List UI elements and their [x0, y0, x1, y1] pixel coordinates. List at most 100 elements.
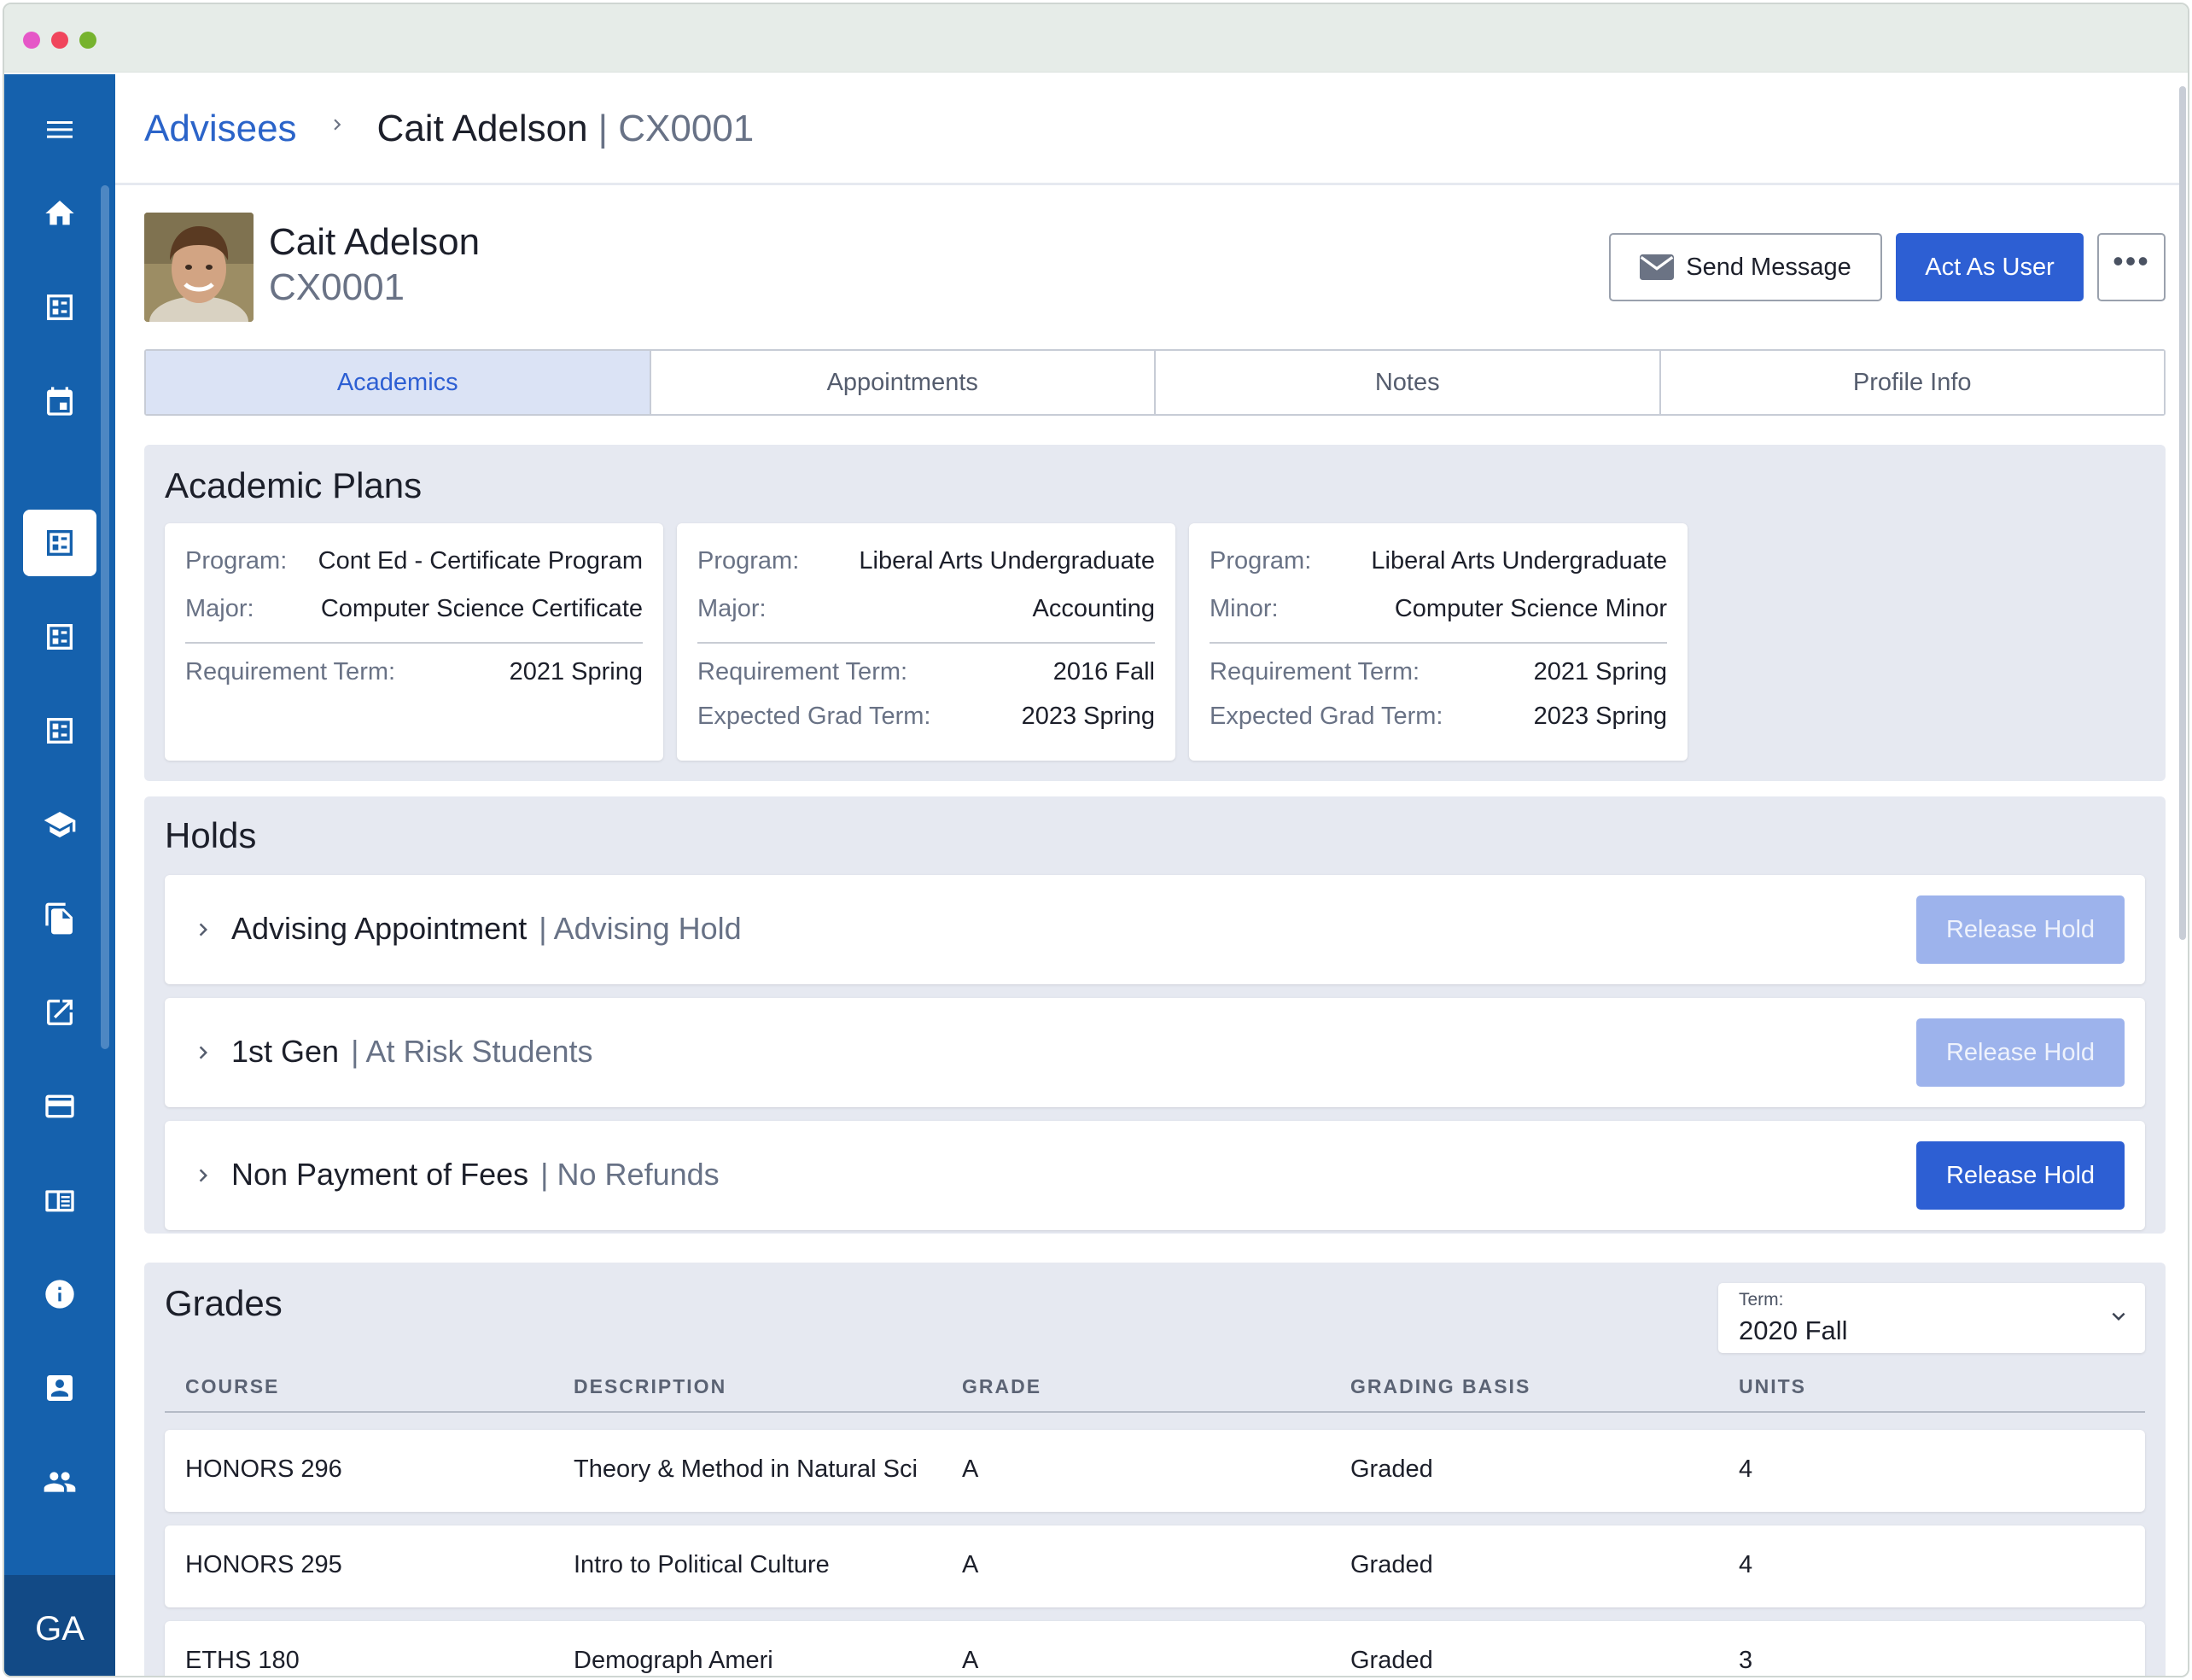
plan-label: Requirement Term:: [185, 658, 396, 685]
main-scrollbar[interactable]: [2179, 86, 2186, 940]
column-header-grade[interactable]: GRADE: [962, 1375, 1041, 1398]
holds-panel: Holds Advising Appointment | Advising Hol…: [144, 796, 2166, 1234]
release-hold-button[interactable]: Release Hold: [1916, 895, 2125, 964]
plan-label: Major:: [697, 595, 767, 622]
more-options-button[interactable]: •••: [2097, 233, 2166, 301]
plan-divider: [185, 642, 643, 644]
home-icon[interactable]: [23, 180, 96, 247]
breadcrumb: Advisees Cait Adelson | CX0001: [115, 74, 2181, 185]
plan-label: Expected Grad Term:: [697, 703, 931, 730]
breadcrumb-current-name: Cait Adelson: [376, 107, 588, 149]
holds-title: Holds: [165, 815, 257, 855]
plan-label: Requirement Term:: [697, 658, 908, 685]
plan-value: Computer Science Minor: [1394, 595, 1667, 622]
cell-units: 4: [1739, 1455, 1753, 1483]
chevron-right-icon[interactable]: [190, 1035, 216, 1070]
list-icon[interactable]: [23, 697, 96, 764]
grades-title: Grades: [165, 1283, 283, 1323]
term-select[interactable]: Term: 2020 Fall: [1718, 1283, 2145, 1353]
hold-row[interactable]: 1st Gen | At Risk Students Release Hold: [165, 998, 2145, 1107]
tab-notes[interactable]: Notes: [1156, 351, 1661, 414]
tab-academics[interactable]: Academics: [146, 351, 651, 414]
cell-course: ETHS 180: [185, 1647, 300, 1674]
cell-grade: A: [962, 1551, 979, 1578]
column-header-course[interactable]: COURSE: [185, 1375, 279, 1398]
cell-grading-basis: Graded: [1350, 1455, 1433, 1483]
hold-row[interactable]: Non Payment of Fees | No Refunds Release …: [165, 1121, 2145, 1230]
list-icon[interactable]: [23, 604, 96, 670]
plan-value: 2023 Spring: [1021, 703, 1155, 730]
documents-icon[interactable]: [23, 885, 96, 952]
student-name: Cait Adelson: [269, 221, 481, 263]
app-window: GA Advisees Cait Adelson | CX0001 Cait A…: [3, 3, 2189, 1677]
act-as-user-button[interactable]: Act As User: [1896, 233, 2084, 301]
menu-icon[interactable]: [23, 96, 96, 163]
chevron-right-icon[interactable]: [190, 913, 216, 947]
column-header-units[interactable]: UNITS: [1739, 1375, 1806, 1398]
graduation-cap-icon[interactable]: [23, 791, 96, 858]
tab-profile-info[interactable]: Profile Info: [1660, 351, 2164, 414]
breadcrumb-current-id: | CX0001: [598, 107, 755, 149]
academic-plan-card: Program: Liberal Arts Undergraduate Major…: [677, 523, 1175, 761]
cell-course: HONORS 296: [185, 1455, 342, 1483]
main-content: Advisees Cait Adelson | CX0001 Cait Adel…: [115, 74, 2188, 1676]
advisees-icon[interactable]: [23, 510, 96, 576]
info-icon[interactable]: [23, 1261, 96, 1327]
plan-label: Program:: [1210, 547, 1312, 575]
student-id: CX0001: [269, 266, 405, 308]
academic-plan-card: Program: Cont Ed - Certificate Program Ma…: [165, 523, 663, 761]
plan-value: 2021 Spring: [1533, 658, 1667, 685]
send-message-button[interactable]: Send Message: [1609, 233, 1882, 301]
cell-units: 4: [1739, 1551, 1753, 1578]
plan-value: Liberal Arts Undergraduate: [1371, 547, 1667, 575]
mail-icon: [1640, 254, 1675, 280]
academic-plan-card: Program: Liberal Arts Undergraduate Minor…: [1189, 523, 1688, 761]
title-bar: [4, 4, 2188, 73]
release-hold-button[interactable]: Release Hold: [1916, 1018, 2125, 1087]
table-row[interactable]: HONORS 296 Theory & Method in Natural Sc…: [165, 1430, 2145, 1512]
academic-plans-title: Academic Plans: [165, 465, 423, 505]
external-link-icon[interactable]: [23, 979, 96, 1046]
send-message-label: Send Message: [1686, 253, 1851, 281]
calendar-icon[interactable]: [23, 368, 96, 435]
hold-title: Advising Appointment: [231, 911, 528, 946]
credit-card-icon[interactable]: [23, 1073, 96, 1140]
cell-description: Theory & Method in Natural Sci: [574, 1455, 918, 1483]
table-row[interactable]: HONORS 295 Intro to Political Culture A …: [165, 1525, 2145, 1607]
plan-value: Accounting: [1032, 595, 1156, 622]
window-close-dot[interactable]: [23, 32, 40, 49]
cell-grade: A: [962, 1647, 979, 1674]
tab-appointments[interactable]: Appointments: [650, 351, 1156, 414]
plan-value: Computer Science Certificate: [320, 595, 643, 622]
plan-divider: [697, 642, 1155, 644]
contact-card-icon[interactable]: [23, 1355, 96, 1421]
chevron-down-icon: [2106, 1304, 2131, 1329]
sidebar: GA: [4, 74, 115, 1676]
release-hold-button[interactable]: Release Hold: [1916, 1141, 2125, 1210]
sidebar-scrollbar[interactable]: [101, 185, 109, 1049]
plan-value: 2016 Fall: [1052, 658, 1155, 685]
chevron-right-icon[interactable]: [190, 1158, 216, 1193]
column-header-description[interactable]: DESCRIPTION: [574, 1375, 726, 1398]
cell-description: Demograph Ameri: [574, 1647, 773, 1674]
table-row[interactable]: ETHS 180 Demograph Ameri A Graded 3: [165, 1621, 2145, 1676]
hold-title: Non Payment of Fees: [231, 1157, 529, 1192]
hold-type: | Advising Hold: [539, 911, 742, 946]
hold-row[interactable]: Advising Appointment | Advising Hold Rele…: [165, 875, 2145, 984]
dashboard-icon[interactable]: [23, 274, 96, 341]
grades-table-header: COURSE DESCRIPTION GRADE GRADING BASIS U…: [165, 1370, 2145, 1413]
cell-units: 3: [1739, 1647, 1753, 1674]
column-header-grading-basis[interactable]: GRADING BASIS: [1350, 1375, 1530, 1398]
cell-grading-basis: Graded: [1350, 1647, 1433, 1674]
people-icon[interactable]: [23, 1449, 96, 1515]
user-avatar[interactable]: GA: [23, 1592, 96, 1665]
plan-value: Liberal Arts Undergraduate: [859, 547, 1155, 575]
plan-label: Requirement Term:: [1210, 658, 1420, 685]
hold-type: | At Risk Students: [351, 1034, 593, 1069]
term-select-value: 2020 Fall: [1739, 1315, 1848, 1345]
catalog-icon[interactable]: [23, 1167, 96, 1234]
breadcrumb-advisees-link[interactable]: Advisees: [144, 108, 297, 150]
window-minimize-dot[interactable]: [51, 32, 68, 49]
window-maximize-dot[interactable]: [79, 32, 96, 49]
chevron-right-icon: [326, 109, 348, 148]
